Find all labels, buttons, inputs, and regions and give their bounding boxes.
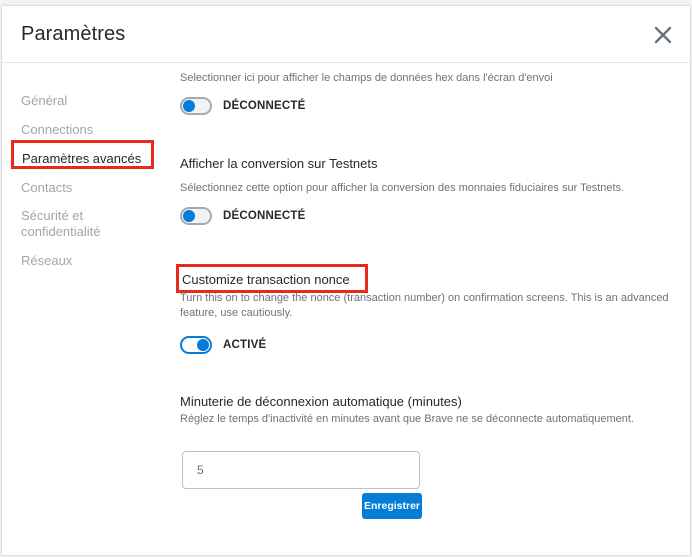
save-button[interactable]: Enregistrer xyxy=(362,493,422,519)
custom-nonce-toggle[interactable] xyxy=(180,336,212,354)
toggle-knob xyxy=(183,210,195,222)
hex-data-toggle[interactable] xyxy=(180,97,212,115)
settings-dialog: Paramètres Général Connections Paramètre… xyxy=(2,6,690,555)
auto-logout-title: Minuterie de déconnexion automatique (mi… xyxy=(180,394,462,409)
page-title: Paramètres xyxy=(21,23,126,45)
hex-data-state-label: DÉCONNECTÉ xyxy=(223,100,306,112)
settings-sidebar: Général Connections Paramètres avancés C… xyxy=(2,63,160,555)
settings-content: Selectionner ici pour afficher le champs… xyxy=(160,63,690,555)
sidebar-item-contacts[interactable]: Contacts xyxy=(21,180,72,196)
custom-nonce-description: Turn this on to change the nonce (transa… xyxy=(180,292,669,319)
sidebar-item-security[interactable]: Sécurité et confidentialité xyxy=(21,208,141,240)
testnet-conversion-title: Afficher la conversion sur Testnets xyxy=(180,156,378,171)
dialog-header: Paramètres xyxy=(2,6,690,63)
sidebar-item-connections[interactable]: Connections xyxy=(21,122,93,138)
auto-logout-description: Réglez le temps d'inactivité en minutes … xyxy=(180,413,634,425)
testnet-conversion-description: Sélectionnez cette option pour afficher … xyxy=(180,182,625,194)
hex-data-description: Selectionner ici pour afficher le champs… xyxy=(180,72,553,84)
toggle-knob xyxy=(197,339,209,351)
screen-background: Paramètres Général Connections Paramètre… xyxy=(0,0,692,557)
testnet-conversion-state-label: DÉCONNECTÉ xyxy=(223,210,306,222)
custom-nonce-state-label: ACTIVÉ xyxy=(223,339,267,351)
close-icon xyxy=(654,26,672,44)
close-button[interactable] xyxy=(652,24,674,46)
testnet-conversion-toggle[interactable] xyxy=(180,207,212,225)
auto-logout-input[interactable] xyxy=(182,451,420,489)
toggle-knob xyxy=(183,100,195,112)
sidebar-item-advanced[interactable]: Paramètres avancés xyxy=(22,151,141,167)
sidebar-item-general[interactable]: Général xyxy=(21,93,67,109)
sidebar-item-networks[interactable]: Réseaux xyxy=(21,253,72,269)
custom-nonce-title: Customize transaction nonce xyxy=(182,272,350,287)
